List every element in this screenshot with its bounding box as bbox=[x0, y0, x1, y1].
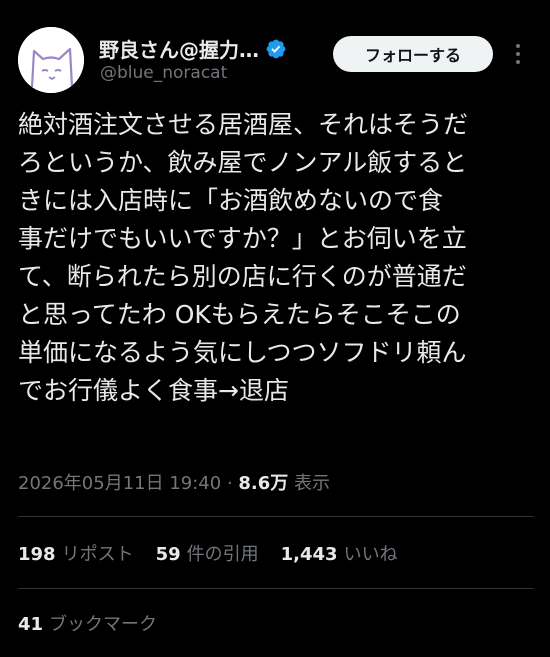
retweets-stat[interactable]: 198 リポスト bbox=[18, 540, 134, 566]
bookmarks-count: 41 bbox=[18, 614, 44, 635]
tweet-text-line: でお行儀よく食事→退店 bbox=[18, 376, 289, 405]
author-name-row: 野良さん@握力… bbox=[99, 34, 287, 63]
tweet-text-line: て、断られたら別の店に行くのが普通だ bbox=[18, 262, 467, 291]
tweet-text: 絶対酒注文させる居酒屋、それはそうだ ろというか、飲み屋でノンアル飯すると きに… bbox=[18, 106, 534, 410]
tweet-text-line: 単価になるよう気にしつつソフドリ頼ん bbox=[18, 338, 467, 367]
bookmarks-stat[interactable]: 41 ブックマーク bbox=[18, 610, 157, 636]
engagement-stats: 198 リポスト 59 件の引用 1,443 いいね bbox=[18, 540, 398, 566]
tweet-text-line: と思ってたわ OKもらえたらそこそこの bbox=[18, 300, 461, 329]
likes-label: いいね bbox=[343, 544, 398, 565]
author-avatar[interactable] bbox=[18, 27, 84, 93]
more-options-icon[interactable] bbox=[506, 40, 530, 68]
views-label: 表示 bbox=[288, 473, 331, 494]
views-count: 8.6万 bbox=[238, 473, 289, 494]
likes-stat[interactable]: 1,443 いいね bbox=[281, 540, 398, 566]
tweet-text-line: 事だけでもいいですか？」とお伺いを立 bbox=[18, 224, 467, 253]
quotes-count: 59 bbox=[155, 544, 181, 565]
divider bbox=[18, 516, 534, 517]
tweet-text-line: きには入店時に「お酒飲めないので食 bbox=[18, 186, 444, 215]
tweet-header: 野良さん@握力… @blue_noracat フォローする bbox=[0, 0, 550, 100]
quotes-stat[interactable]: 59 件の引用 bbox=[156, 540, 259, 566]
author-handle[interactable]: @blue_noracat bbox=[100, 63, 227, 83]
quotes-label: 件の引用 bbox=[186, 544, 259, 565]
tweet-timestamp[interactable]: 2026年05月11日 19:40 bbox=[18, 469, 221, 495]
follow-button[interactable]: フォローする bbox=[333, 36, 493, 72]
verified-badge-icon bbox=[266, 39, 286, 58]
divider bbox=[18, 588, 534, 589]
likes-count: 1,443 bbox=[280, 544, 338, 565]
cat-avatar-icon bbox=[18, 27, 84, 93]
tweet-text-line: 絶対酒注文させる居酒屋、それはそうだ bbox=[18, 110, 469, 139]
retweets-count: 198 bbox=[18, 544, 56, 565]
author-display-name[interactable]: 野良さん@握力… bbox=[99, 34, 259, 63]
bookmarks-label: ブックマーク bbox=[49, 614, 158, 635]
meta-separator: · bbox=[221, 473, 239, 494]
tweet-text-line: ろというか、飲み屋でノンアル飯すると bbox=[18, 148, 468, 177]
tweet-meta: 2026年05月11日 19:40 · 8.6万 表示 bbox=[18, 469, 330, 495]
retweets-label: リポスト bbox=[61, 544, 134, 565]
